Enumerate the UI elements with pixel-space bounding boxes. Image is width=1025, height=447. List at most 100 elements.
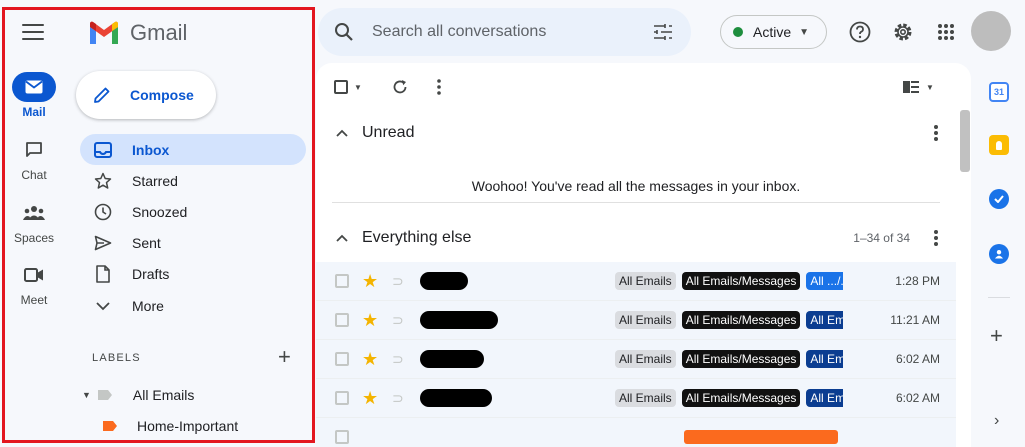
label-chip[interactable]: All Emails <box>615 311 676 329</box>
label-chip[interactable]: All Em <box>806 389 844 407</box>
label-name: Home-Important <box>137 418 239 434</box>
chevron-right-icon[interactable]: › <box>994 412 999 430</box>
label-chips: All Emails All Emails/Messages All Em <box>615 389 849 407</box>
gmail-m-icon <box>90 21 118 44</box>
section-title: Everything else <box>362 229 472 246</box>
label-chip[interactable]: All Emails <box>615 389 676 407</box>
scrollbar-thumb[interactable] <box>960 110 970 172</box>
rail-item-spaces[interactable]: Spaces <box>0 198 68 245</box>
label-chip[interactable] <box>684 430 838 444</box>
mail-time: 11:21 AM <box>890 313 940 327</box>
settings-gear-icon[interactable] <box>891 20 915 44</box>
mail-row[interactable]: ★ ⊃ All Emails All Emails/Messages All .… <box>316 262 956 301</box>
nav-item-sent[interactable]: Sent <box>80 227 306 258</box>
draft-icon <box>94 264 112 283</box>
main-menu-icon[interactable] <box>22 24 44 40</box>
row-checkbox[interactable] <box>335 313 349 327</box>
star-icon[interactable]: ★ <box>362 389 378 407</box>
label-name: All Emails <box>132 387 195 403</box>
rail-label: Mail <box>22 105 46 119</box>
rail-item-mail[interactable]: Mail <box>0 72 68 119</box>
search-options-icon[interactable] <box>653 23 673 41</box>
mail-time: 6:02 AM <box>895 352 940 366</box>
row-checkbox[interactable] <box>335 430 349 444</box>
rail-item-chat[interactable]: Chat <box>0 135 68 182</box>
label-item-home-important[interactable]: Home-Important <box>102 418 238 434</box>
nav-item-drafts[interactable]: Drafts <box>80 258 306 289</box>
labels-header: LABELS <box>92 352 141 364</box>
split-pane-toggle-icon[interactable]: ▼ <box>903 77 934 97</box>
star-icon[interactable]: ★ <box>362 272 378 290</box>
navigation-panel: Gmail Compose Inbox Starred Snoozed Sent… <box>68 0 314 447</box>
gmail-logo[interactable]: Gmail <box>88 20 187 46</box>
label-chip[interactable]: All Emails <box>615 272 676 290</box>
select-all-checkbox[interactable]: ▼ <box>334 77 362 97</box>
section-header-unread[interactable]: Unread <box>316 113 956 153</box>
rail-item-meet[interactable]: Meet <box>0 260 68 307</box>
add-label-icon[interactable]: + <box>278 346 291 368</box>
star-icon[interactable]: ★ <box>362 311 378 329</box>
empty-inbox-message: Woohoo! You've read all the messages in … <box>332 169 940 203</box>
label-chip[interactable]: All Em <box>806 311 844 329</box>
importance-marker-icon[interactable]: ⊃ <box>392 273 404 290</box>
search-icon[interactable] <box>334 22 354 42</box>
search-input[interactable]: Search all conversations <box>372 23 653 41</box>
contacts-icon[interactable] <box>989 244 1009 264</box>
row-checkbox[interactable] <box>335 274 349 288</box>
mail-row[interactable] <box>316 418 956 447</box>
tasks-icon[interactable] <box>989 189 1009 209</box>
label-chip[interactable]: All Em <box>806 350 844 368</box>
nav-item-inbox[interactable]: Inbox <box>80 134 306 165</box>
caret-down-icon[interactable]: ▼ <box>354 83 362 92</box>
compose-button[interactable]: Compose <box>76 71 216 119</box>
caret-down-icon[interactable]: ▼ <box>82 390 91 400</box>
account-avatar[interactable] <box>971 11 1011 51</box>
nav-label: More <box>132 297 164 314</box>
caret-down-icon[interactable]: ▼ <box>926 83 934 92</box>
nav-label: Starred <box>132 172 178 189</box>
star-icon[interactable]: ★ <box>362 350 378 368</box>
chevron-up-icon[interactable] <box>336 234 348 242</box>
nav-item-more[interactable]: More <box>80 290 306 321</box>
rail-label: Meet <box>20 293 48 307</box>
apps-grid-icon[interactable] <box>934 20 958 44</box>
send-icon <box>94 234 112 252</box>
row-checkbox[interactable] <box>335 352 349 366</box>
label-chip[interactable]: All Emails/Messages <box>681 350 801 368</box>
section-header-everything-else[interactable]: Everything else 1–34 of 34 <box>316 218 956 258</box>
section-options-icon[interactable] <box>934 125 938 143</box>
row-checkbox[interactable] <box>335 391 349 405</box>
keep-icon[interactable] <box>989 135 1009 155</box>
get-addons-icon[interactable]: + <box>990 325 1003 347</box>
search-bar[interactable]: Search all conversations <box>318 8 691 56</box>
calendar-icon[interactable]: 31 <box>989 82 1009 102</box>
section-options-icon[interactable] <box>934 230 938 248</box>
refresh-icon[interactable] <box>392 77 408 97</box>
mail-icon <box>12 72 56 102</box>
label-chip[interactable]: All Emails <box>615 350 676 368</box>
label-item-all-emails[interactable]: ▼ All Emails <box>82 387 194 403</box>
more-vert-icon[interactable] <box>437 77 441 97</box>
chat-icon <box>12 135 56 165</box>
help-icon[interactable] <box>848 20 872 44</box>
caret-down-icon: ▼ <box>799 26 810 38</box>
nav-item-snoozed[interactable]: Snoozed <box>80 196 306 227</box>
label-chip[interactable]: All Emails/Messages <box>681 272 801 290</box>
mail-time: 1:28 PM <box>895 274 940 288</box>
label-chip[interactable]: All Emails/Messages <box>681 311 801 329</box>
label-chip[interactable]: All .../... <box>806 272 844 290</box>
label-chip[interactable]: All Emails/Messages <box>681 389 801 407</box>
mail-row[interactable]: ★ ⊃ All Emails All Emails/Messages All E… <box>316 301 956 340</box>
logo-text: Gmail <box>130 20 188 45</box>
importance-marker-icon[interactable]: ⊃ <box>392 312 404 329</box>
importance-marker-icon[interactable]: ⊃ <box>392 351 404 368</box>
mail-row[interactable]: ★ ⊃ All Emails All Emails/Messages All E… <box>316 340 956 379</box>
status-selector[interactable]: Active ▼ <box>720 15 827 49</box>
nav-label: Inbox <box>132 141 170 158</box>
status-label: Active <box>753 24 792 40</box>
mail-row[interactable]: ★ ⊃ All Emails All Emails/Messages All E… <box>316 379 956 418</box>
nav-item-starred[interactable]: Starred <box>80 165 306 196</box>
chevron-up-icon[interactable] <box>336 129 348 137</box>
importance-marker-icon[interactable]: ⊃ <box>392 390 404 407</box>
chevron-down-icon <box>94 297 112 315</box>
